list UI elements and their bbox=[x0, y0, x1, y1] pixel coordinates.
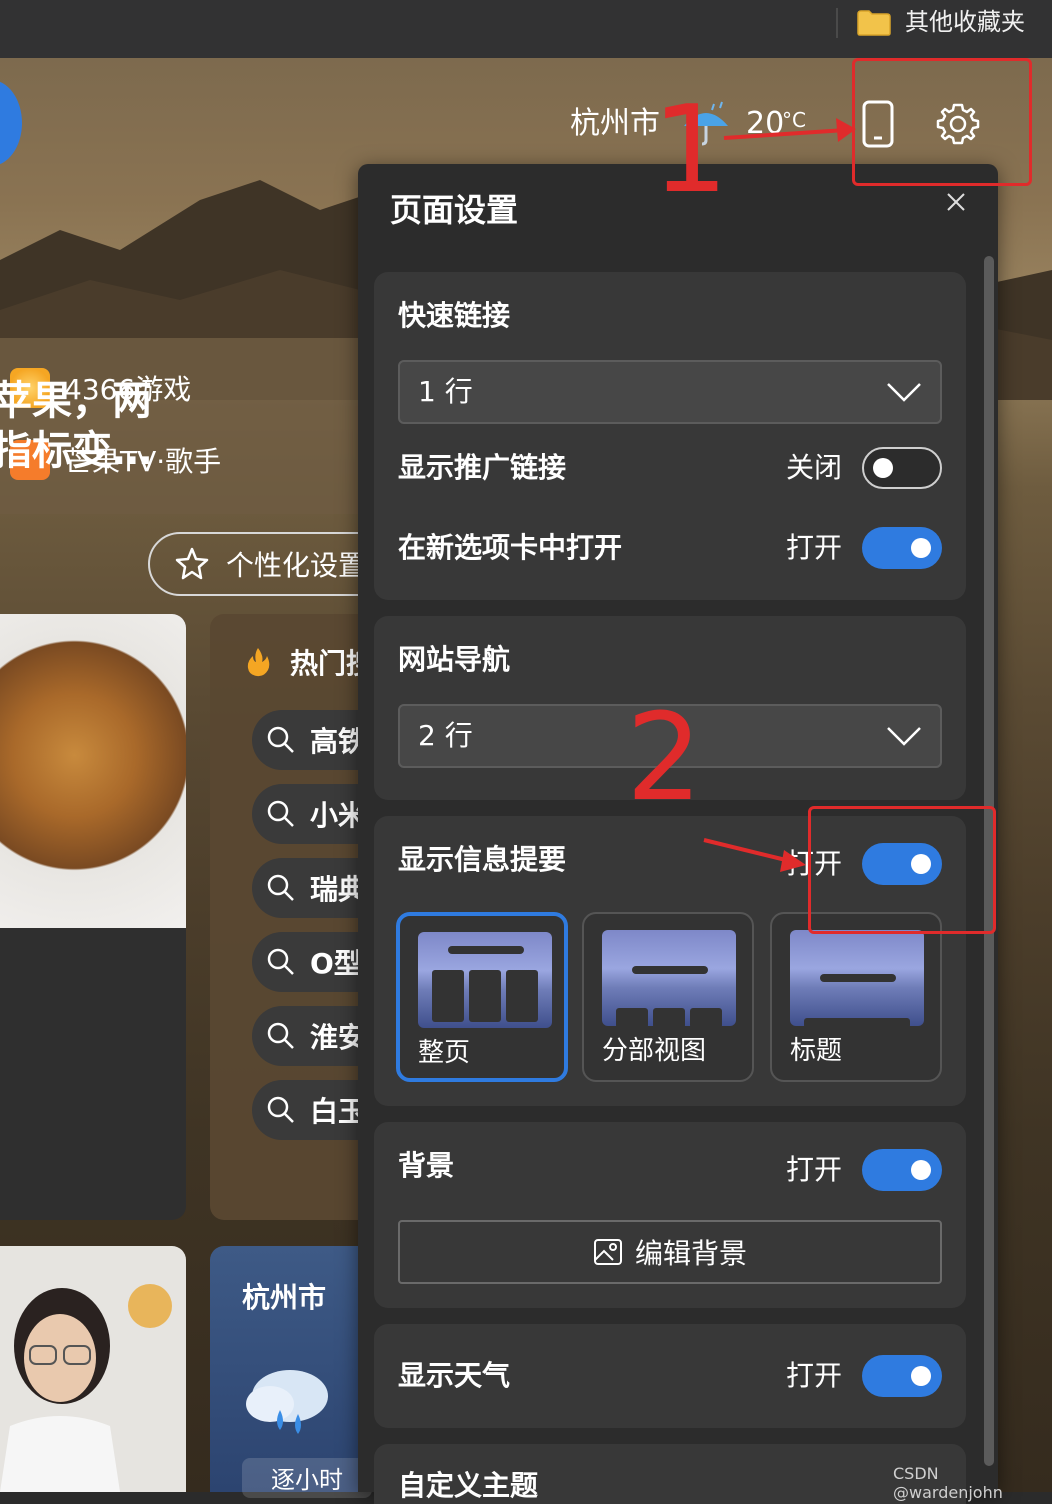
annotation-number-1: 1 bbox=[652, 81, 729, 220]
edit-background-button[interactable]: 编辑背景 bbox=[398, 1220, 942, 1284]
news-card[interactable] bbox=[0, 614, 186, 1220]
news-title[interactable]: 苹果，两 指标变… bbox=[0, 376, 192, 476]
edit-background-label: 编辑背景 bbox=[634, 1237, 747, 1270]
fire-icon bbox=[247, 648, 270, 677]
open-new-tab-toggle[interactable] bbox=[862, 527, 942, 569]
quick-links-rows-select[interactable]: 1 行 bbox=[398, 360, 942, 424]
background-label: 背景 bbox=[398, 1149, 455, 1182]
annotation-arrow-2 bbox=[703, 838, 806, 872]
layout-option-title[interactable]: 标题 bbox=[770, 912, 942, 1082]
promo-links-label: 显示推广链接 bbox=[398, 451, 567, 484]
show-weather-toggle[interactable] bbox=[862, 1355, 942, 1397]
personalize-label: 个性化设置 bbox=[226, 549, 367, 582]
panel-title: 页面设置 bbox=[390, 191, 519, 229]
bookmark-folder-other[interactable]: 其他收藏夹 bbox=[905, 6, 1025, 38]
layout-thumbnail bbox=[790, 930, 924, 1026]
layout-label: 整页 bbox=[418, 1038, 471, 1068]
annotation-box-2 bbox=[808, 806, 996, 934]
show-weather-label: 显示天气 bbox=[398, 1359, 511, 1392]
weather-hourly-tab[interactable]: 逐小时 bbox=[242, 1458, 372, 1498]
open-new-tab-label: 在新选项卡中打开 bbox=[398, 531, 623, 564]
news-image bbox=[0, 614, 186, 928]
weather-card-city[interactable]: 杭州市 bbox=[242, 1276, 326, 1316]
layout-label: 分部视图 bbox=[602, 1036, 707, 1066]
background-toggle[interactable] bbox=[862, 1149, 942, 1191]
hot-search-text: O型 bbox=[310, 947, 362, 980]
site-nav-title: 网站导航 bbox=[398, 643, 511, 676]
image-icon bbox=[593, 1239, 622, 1265]
annotation-arrow-1 bbox=[723, 118, 856, 142]
weather-city[interactable]: 杭州市 bbox=[570, 104, 660, 144]
search-icon bbox=[267, 800, 294, 827]
close-icon[interactable] bbox=[944, 190, 968, 214]
star-edit-icon bbox=[175, 547, 209, 580]
chevron-down-icon bbox=[887, 383, 921, 402]
background-state: 打开 bbox=[786, 1153, 843, 1186]
custom-theme-label: 自定义主题 bbox=[398, 1469, 539, 1502]
annotation-number-2: 2 bbox=[626, 689, 703, 828]
bookmark-divider bbox=[836, 8, 838, 38]
search-icon bbox=[267, 874, 294, 901]
promo-links-toggle[interactable] bbox=[862, 447, 942, 489]
annotation-box-1 bbox=[852, 58, 1032, 186]
layout-label: 标题 bbox=[790, 1036, 843, 1066]
chevron-down-icon bbox=[887, 727, 921, 746]
layout-option-full-page[interactable]: 整页 bbox=[396, 912, 568, 1082]
select-value: 2 行 bbox=[418, 719, 473, 752]
news-title-line2: 指标变… bbox=[0, 428, 152, 474]
folder-icon[interactable] bbox=[857, 10, 891, 36]
show-weather-state: 打开 bbox=[786, 1359, 843, 1392]
rain-cloud-icon bbox=[246, 1370, 328, 1434]
select-value: 1 行 bbox=[418, 375, 473, 408]
search-icon bbox=[267, 1096, 294, 1123]
promo-links-state: 关闭 bbox=[786, 451, 843, 484]
layout-option-section-view[interactable]: 分部视图 bbox=[582, 912, 754, 1082]
quick-links-title: 快速链接 bbox=[398, 299, 511, 332]
open-new-tab-state: 打开 bbox=[786, 531, 843, 564]
bookmark-bar bbox=[0, 0, 1052, 58]
layout-thumbnail bbox=[602, 930, 736, 1026]
search-icon bbox=[267, 726, 294, 753]
search-icon bbox=[267, 948, 294, 975]
video-card[interactable] bbox=[0, 1246, 186, 1492]
watermark: CSDN @wardenjohn bbox=[893, 1464, 1003, 1502]
layout-thumbnail bbox=[418, 932, 552, 1028]
video-person-image bbox=[0, 1284, 172, 1492]
news-title-line1: 苹果，两 bbox=[0, 378, 152, 424]
info-feed-label: 显示信息提要 bbox=[398, 843, 567, 876]
search-icon bbox=[267, 1022, 294, 1049]
